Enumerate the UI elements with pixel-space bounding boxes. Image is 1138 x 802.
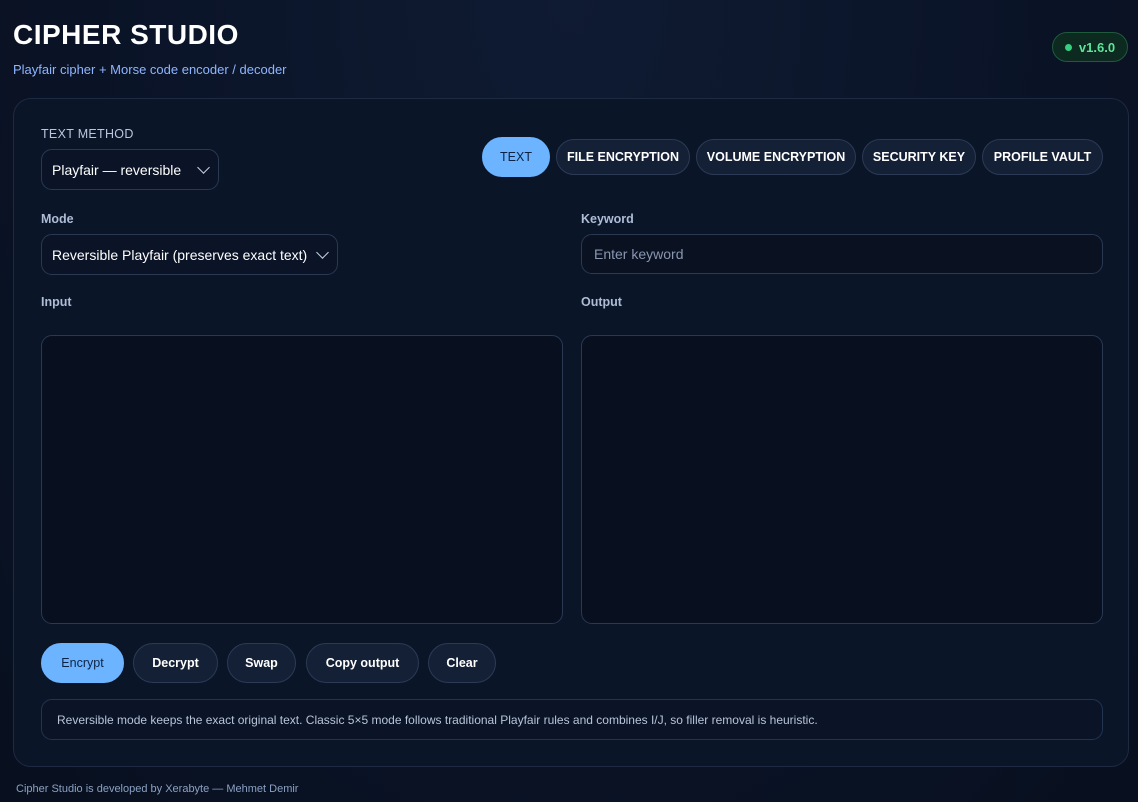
mode-select[interactable]: Reversible Playfair (preserves exact tex… [41, 234, 338, 275]
app-title: CIPHER STUDIO [13, 19, 239, 50]
footer-credit: Cipher Studio is developed by Xerabyte —… [16, 783, 299, 795]
status-dot-icon [1064, 43, 1072, 51]
text-method-value: Playfair — reversible [52, 161, 182, 178]
keyword-label: Keyword [581, 212, 634, 226]
clear-button[interactable]: Clear [428, 643, 496, 683]
text-method-label: TEXT METHOD [41, 127, 134, 141]
version-badge: v1.6.0 [1052, 32, 1128, 62]
tab-volume-encryption[interactable]: VOLUME ENCRYPTION [696, 139, 856, 175]
tab-security-key[interactable]: SECURITY KEY [862, 139, 976, 175]
app-subtitle: Playfair cipher + Morse code encoder / d… [13, 62, 287, 77]
mode-label: Mode [41, 212, 74, 226]
mode-value: Reversible Playfair (preserves exact tex… [52, 246, 308, 263]
swap-button[interactable]: Swap [227, 643, 296, 683]
chevron-down-icon [316, 245, 329, 259]
text-method-select[interactable]: Playfair — reversible [41, 149, 219, 190]
input-textarea[interactable] [41, 335, 563, 624]
tab-profile-vault[interactable]: PROFILE VAULT [982, 139, 1103, 175]
info-note: Reversible mode keeps the exact original… [41, 699, 1103, 740]
decrypt-button[interactable]: Decrypt [133, 643, 218, 683]
tab-text[interactable]: TEXT [482, 137, 550, 177]
keyword-input[interactable] [581, 234, 1103, 274]
output-textarea[interactable] [581, 335, 1103, 624]
input-label: Input [41, 295, 72, 309]
chevron-down-icon [197, 160, 210, 174]
copy-output-button[interactable]: Copy output [306, 643, 419, 683]
output-label: Output [581, 295, 622, 309]
version-label: v1.6.0 [1078, 39, 1116, 55]
encrypt-button[interactable]: Encrypt [41, 643, 124, 683]
main-panel: TEXT METHOD Playfair — reversible TEXT F… [13, 98, 1129, 767]
tab-file-encryption[interactable]: FILE ENCRYPTION [556, 139, 690, 175]
